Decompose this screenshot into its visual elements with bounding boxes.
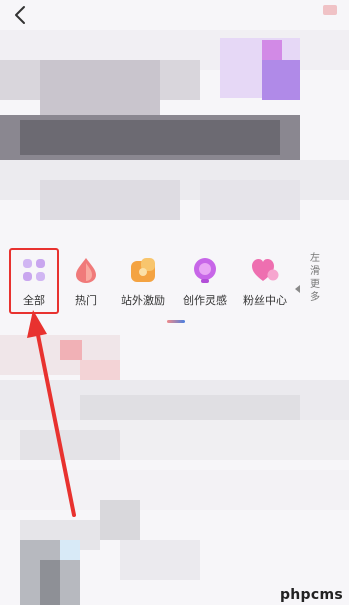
category-external-incentive[interactable]: 站外激励 xyxy=(113,256,173,308)
blurred-block xyxy=(40,560,60,605)
blurred-block xyxy=(40,180,180,220)
bulb-icon xyxy=(194,258,216,283)
more-icon[interactable] xyxy=(321,2,339,16)
blurred-block xyxy=(200,180,300,220)
category-label: 创作灵感 xyxy=(183,294,227,307)
back-button[interactable] xyxy=(10,4,32,26)
blurred-block xyxy=(120,540,200,580)
blurred-block xyxy=(60,540,80,560)
blurred-block xyxy=(80,395,300,420)
category-hot[interactable]: 热门 xyxy=(56,256,116,308)
category-label: 粉丝中心 xyxy=(243,294,287,307)
chevron-left-icon xyxy=(15,6,25,24)
blurred-block xyxy=(80,360,120,380)
category-label: 热门 xyxy=(75,294,97,307)
blurred-block xyxy=(262,40,282,60)
category-label: 站外激励 xyxy=(121,294,165,307)
blurred-block xyxy=(60,340,82,360)
blurred-block xyxy=(20,430,120,460)
drop-icon xyxy=(76,258,96,283)
blurred-block xyxy=(20,120,280,155)
gift-icon xyxy=(131,258,155,282)
blurred-block xyxy=(100,500,140,540)
swipe-hint-text: 左滑更多 xyxy=(310,253,320,303)
category-fan-center[interactable]: 粉丝中心 xyxy=(235,256,295,308)
watermark: phpcms xyxy=(279,587,343,603)
category-creative-inspiration[interactable]: 创作灵感 xyxy=(175,256,235,308)
hearts-icon xyxy=(252,259,279,281)
scroll-indicator xyxy=(167,320,185,323)
blurred-block xyxy=(0,470,349,510)
blurred-block xyxy=(262,60,300,100)
triangle-left-icon xyxy=(295,285,300,293)
highlight-box xyxy=(9,248,59,314)
blurred-block xyxy=(40,60,160,120)
